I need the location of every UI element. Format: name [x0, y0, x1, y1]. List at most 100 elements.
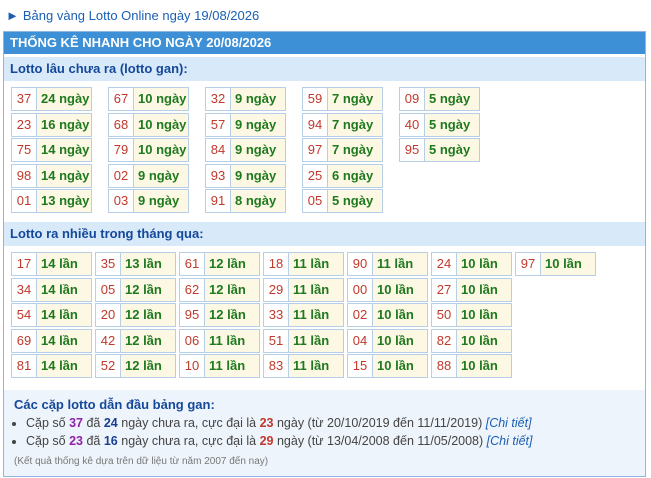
lotto-count: 14 lần — [37, 329, 91, 352]
lotto-count: 10 lần — [373, 329, 427, 352]
lotto-number: 68 — [109, 113, 134, 136]
lotto-cell: 91 8 ngày — [205, 189, 286, 214]
lotto-count: 13 ngày — [37, 190, 91, 213]
summary-text: ngày chưa ra, cực đại là — [117, 416, 260, 430]
lotto-number: 00 — [348, 278, 373, 301]
lotto-count: 14 lần — [37, 355, 91, 378]
lotto-number: 15 — [348, 355, 373, 378]
lotto-count: 5 ngày — [328, 190, 382, 213]
lotto-number: 05 — [303, 190, 328, 213]
lotto-number: 84 — [206, 139, 231, 162]
lotto-number: 69 — [12, 329, 37, 352]
panel-title: THỐNG KÊ NHANH CHO NGÀY 20/08/2026 — [4, 32, 645, 54]
lotto-cell: 81 14 lần — [11, 354, 92, 379]
lotto-cell: 51 11 lần — [263, 328, 344, 353]
lotto-cell: 34 14 lần — [11, 277, 92, 302]
lotto-number: 81 — [12, 355, 37, 378]
lotto-cell: 57 9 ngày — [205, 112, 286, 137]
lotto-count: 14 lần — [37, 278, 91, 301]
lotto-number: 94 — [303, 113, 328, 136]
lotto-cell: 95 12 lần — [179, 303, 260, 328]
lotto-cell: 54 14 lần — [11, 303, 92, 328]
lotto-number: 40 — [400, 113, 425, 136]
lotto-cell: 29 11 lần — [263, 277, 344, 302]
pair-number: 23 — [69, 434, 83, 448]
lotto-count: 10 ngày — [134, 113, 188, 136]
lotto-number: 51 — [264, 329, 289, 352]
lotto-cell: 62 12 lần — [179, 277, 260, 302]
lotto-cell: 33 11 lần — [263, 303, 344, 328]
lotto-number: 93 — [206, 164, 231, 187]
summary-text: đã — [83, 416, 104, 430]
lotto-cell: 03 9 ngày — [108, 189, 189, 214]
lotto-number: 10 — [180, 355, 205, 378]
lotto-number: 24 — [432, 253, 457, 275]
lotto-number: 95 — [400, 139, 425, 162]
lotto-cell: 02 9 ngày — [108, 163, 189, 188]
lotto-count: 14 ngày — [37, 139, 91, 162]
lotto-count: 16 ngày — [37, 113, 91, 136]
lotto-count: 12 lần — [121, 304, 175, 327]
top-link[interactable]: ► Bảng vàng Lotto Online ngày 19/08/2026 — [6, 8, 259, 23]
lotto-number: 09 — [400, 88, 425, 110]
lotto-count: 10 lần — [541, 253, 595, 275]
days-count: 16 — [103, 434, 118, 448]
lotto-count: 10 lần — [457, 253, 511, 275]
lotto-number: 03 — [109, 190, 134, 213]
lotto-count: 11 lần — [289, 355, 343, 378]
lotto-number: 20 — [96, 304, 121, 327]
lotto-cell: 50 10 lần — [431, 303, 512, 328]
lotto-cell: 35 13 lần — [95, 252, 176, 276]
lotto-number: 59 — [303, 88, 328, 110]
summary-list: Cặp số 37 đã 24 ngày chưa ra, cực đại là… — [12, 414, 533, 450]
play-arrow-icon: ► — [6, 8, 19, 23]
lotto-number: 90 — [348, 253, 373, 275]
lotto-number: 33 — [264, 304, 289, 327]
lotto-cell: 98 14 ngày — [11, 163, 92, 188]
lotto-count: 7 ngày — [328, 139, 382, 162]
lotto-number: 88 — [432, 355, 457, 378]
summary-title: Các cặp lotto dẫn đầu bảng gan: — [14, 397, 215, 412]
detail-link[interactable]: [Chi tiết] — [486, 416, 532, 430]
lotto-number: 37 — [12, 88, 37, 110]
footnote: (Kết quả thống kê dựa trên dữ liệu từ nă… — [14, 456, 269, 467]
lotto-number: 01 — [12, 190, 37, 213]
detail-link[interactable]: [Chi tiết] — [487, 434, 533, 448]
lotto-number: 67 — [109, 88, 134, 110]
lotto-cell: 25 6 ngày — [302, 163, 383, 188]
lotto-count: 11 lần — [205, 355, 259, 378]
lotto-count: 13 lần — [121, 253, 175, 275]
lotto-count: 7 ngày — [328, 113, 382, 136]
section-frequent-title: Lotto ra nhiều trong tháng qua: — [4, 222, 645, 246]
lotto-number: 27 — [432, 278, 457, 301]
lotto-number: 35 — [96, 253, 121, 275]
lotto-number: 62 — [180, 278, 205, 301]
lotto-count: 7 ngày — [328, 88, 382, 110]
lotto-cell: 84 9 ngày — [205, 138, 286, 163]
max-days: 23 — [259, 416, 274, 430]
lotto-cell: 18 11 lần — [263, 252, 344, 276]
lotto-cell: 00 10 lần — [347, 277, 428, 302]
lotto-count: 11 lần — [289, 278, 343, 301]
lotto-cell: 83 11 lần — [263, 354, 344, 379]
lotto-count: 10 ngày — [134, 139, 188, 162]
lotto-number: 75 — [12, 139, 37, 162]
lotto-number: 34 — [12, 278, 37, 301]
lotto-number: 50 — [432, 304, 457, 327]
lotto-number: 25 — [303, 164, 328, 187]
lotto-count: 5 ngày — [425, 88, 479, 110]
lotto-cell: 97 7 ngày — [302, 138, 383, 163]
lotto-count: 10 lần — [457, 329, 511, 352]
lotto-count: 12 lần — [205, 304, 259, 327]
lotto-count: 8 ngày — [231, 190, 285, 213]
lotto-count: 10 lần — [373, 278, 427, 301]
lotto-count: 10 ngày — [134, 88, 188, 110]
stats-panel: THỐNG KÊ NHANH CHO NGÀY 20/08/2026 Lotto… — [3, 31, 646, 477]
lotto-count: 14 ngày — [37, 164, 91, 187]
lotto-cell: 06 11 lần — [179, 328, 260, 353]
summary-text: ngày chưa ra, cực đại là — [117, 434, 260, 448]
pair-number: 37 — [69, 416, 83, 430]
lotto-cell: 42 12 lần — [95, 328, 176, 353]
lotto-count: 9 ngày — [134, 164, 188, 187]
lotto-cell: 94 7 ngày — [302, 112, 383, 137]
